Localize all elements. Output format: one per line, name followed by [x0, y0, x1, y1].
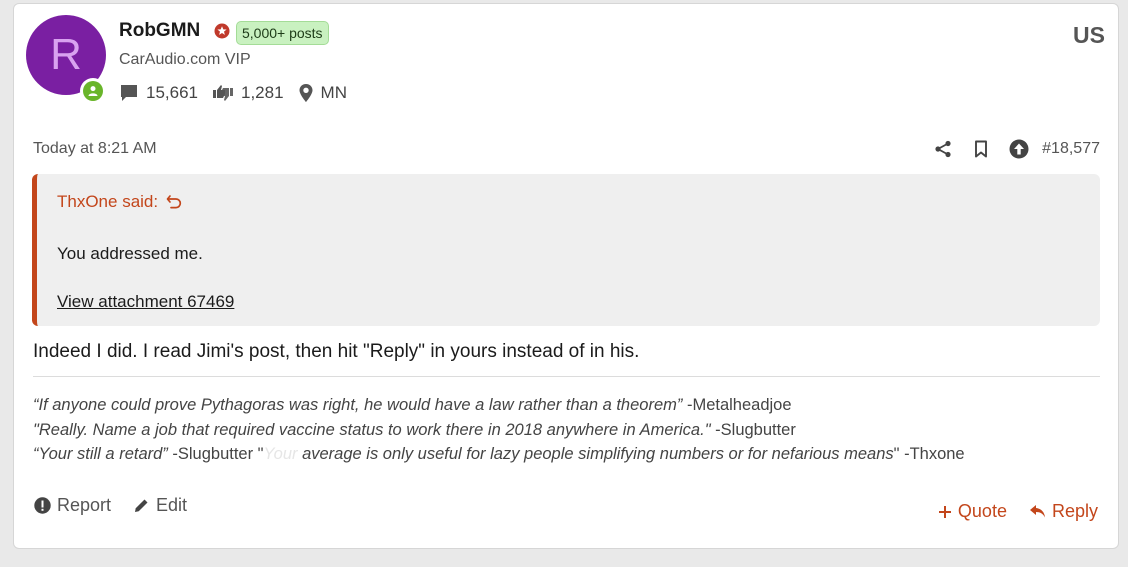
country-label: US [1073, 22, 1105, 48]
sig-author-3: " -Thxone [893, 445, 965, 463]
post-actions-top: #18,577 [932, 137, 1100, 161]
location-text: MN [320, 83, 347, 102]
report-label: Report [57, 495, 112, 515]
messages-count: 15,661 [146, 83, 198, 102]
report-button[interactable]: Report [34, 495, 111, 516]
quote-author-text: ThxOne said: [57, 192, 159, 211]
quote-author-link[interactable]: ThxOne said: [57, 192, 182, 212]
plus-icon [938, 505, 951, 518]
reactions-icon [213, 85, 233, 101]
footer-left-actions: Report Edit [34, 495, 209, 516]
edit-label: Edit [156, 495, 188, 515]
quote-text: You addressed me. [57, 244, 203, 263]
reply-button[interactable]: Reply [1029, 501, 1098, 522]
sig-quote-1: “If anyone could prove Pythagoras was ri… [33, 396, 683, 414]
quote-button[interactable]: Quote [938, 501, 1007, 522]
reactions-stat[interactable]: 1,281 [212, 83, 284, 103]
post-date-link[interactable]: Today at 8:21 AM [33, 140, 157, 158]
quote-jump-icon[interactable] [166, 194, 182, 210]
online-indicator [80, 78, 106, 104]
reactions-count: 1,281 [241, 83, 284, 102]
upvote-icon[interactable] [1008, 138, 1030, 160]
share-icon[interactable] [932, 138, 954, 160]
signature: “If anyone could prove Pythagoras was ri… [33, 393, 965, 467]
signature-line-2: "Really. Name a job that required vaccin… [33, 418, 965, 443]
messages-stat[interactable]: 15,661 [119, 83, 198, 103]
sig-mid-3: -Slugbutter " [167, 445, 264, 463]
user-stats: 15,661 1,281 MN [119, 82, 361, 104]
sig-ghost-3: Your [263, 445, 298, 463]
location-icon [299, 84, 313, 102]
sig-author-2: -Slugbutter [710, 420, 796, 439]
post-card: R RobGMN 5,000+ posts CarAudio.com VIP 1… [13, 3, 1119, 549]
sig-quote-3b: average is only useful for lazy people s… [297, 445, 894, 463]
reply-icon [1029, 505, 1045, 518]
footer-right-actions: Quote Reply [916, 501, 1098, 522]
edit-icon [135, 499, 148, 512]
post-count-badge: 5,000+ posts [236, 21, 329, 45]
messages-icon [121, 85, 137, 101]
report-icon [34, 497, 51, 514]
edit-button[interactable]: Edit [133, 495, 187, 516]
signature-line-3: “Your still a retard” -Slugbutter "Your … [33, 442, 965, 467]
attachment-link[interactable]: View attachment 67469 [57, 292, 234, 312]
bookmark-icon[interactable] [970, 138, 992, 160]
sig-quote-3: “Your still a retard” [33, 445, 168, 463]
user-title: CarAudio.com VIP [119, 51, 251, 68]
reply-label: Reply [1051, 501, 1098, 521]
quote-label: Quote [957, 501, 1007, 521]
signature-line-1: “If anyone could prove Pythagoras was ri… [33, 393, 965, 418]
username-link[interactable]: RobGMN [119, 20, 200, 42]
quote-block: ThxOne said: You addressed me. View atta… [32, 174, 1100, 326]
sig-quote-2: "Really. Name a job that required vaccin… [33, 420, 711, 439]
signature-divider [33, 376, 1100, 377]
post-number-link[interactable]: #18,577 [1042, 140, 1100, 158]
star-badge-icon [214, 23, 230, 39]
post-body: Indeed I did. I read Jimi's post, then h… [33, 341, 640, 362]
location-stat[interactable]: MN [298, 83, 347, 103]
online-user-icon [83, 81, 103, 101]
sig-author-1: -Metalheadjoe [682, 396, 792, 414]
